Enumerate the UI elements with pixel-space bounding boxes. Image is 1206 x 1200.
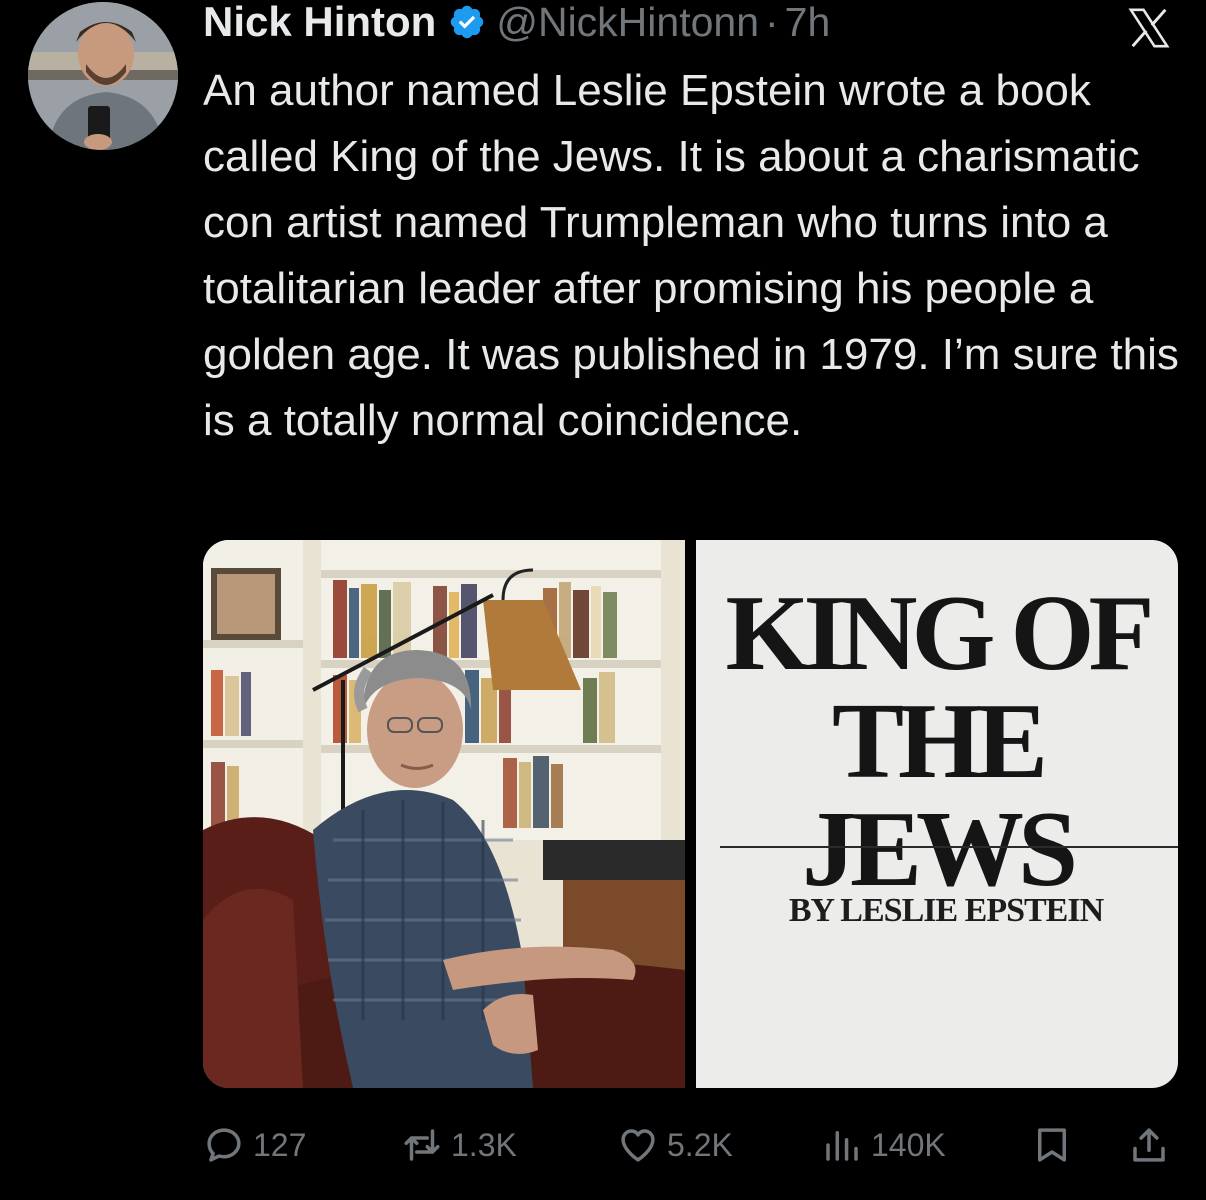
tweet-header: Nick Hinton @NickHintonn · 7h xyxy=(203,0,830,50)
x-logo-icon xyxy=(1128,8,1170,48)
author-name[interactable]: Nick Hinton xyxy=(203,0,436,46)
views-icon xyxy=(826,1131,858,1161)
verified-badge-icon xyxy=(451,5,484,39)
like-count: 5.2K xyxy=(667,1126,733,1163)
cover-author: BY LESLIE EPSTEIN xyxy=(788,892,1104,929)
repost-button[interactable]: 1.3K xyxy=(401,1117,517,1173)
author-photo-image xyxy=(203,540,685,1088)
like-button[interactable]: 5.2K xyxy=(617,1117,733,1173)
action-bar: 127 1.3K 5.2K 140K xyxy=(203,1117,1178,1173)
avatar[interactable] xyxy=(28,2,178,150)
bookmark-button[interactable] xyxy=(1031,1117,1073,1173)
tweet-media[interactable]: KING OF THE JEWS BY LESLIE EPSTEIN xyxy=(203,540,1178,1088)
cover-title: KING OF THE JEWS xyxy=(696,580,1178,904)
reply-count: 127 xyxy=(253,1126,307,1163)
reply-icon xyxy=(207,1128,241,1162)
views-count: 140K xyxy=(871,1126,946,1163)
like-icon xyxy=(621,1129,655,1162)
cover-title-line2: THE JEWS xyxy=(801,682,1078,909)
book-cover[interactable]: KING OF THE JEWS BY LESLIE EPSTEIN xyxy=(696,540,1178,1088)
share-button[interactable] xyxy=(1128,1117,1170,1173)
cover-title-line1: KING OF xyxy=(725,574,1154,693)
timestamp[interactable]: 7h xyxy=(785,0,831,46)
tweet-text: An author named Leslie Epstein wrote a b… xyxy=(203,66,1192,445)
bookmark-icon xyxy=(1038,1128,1066,1162)
repost-icon xyxy=(404,1129,440,1161)
avatar-photo xyxy=(28,2,178,150)
media-divider xyxy=(685,540,696,1088)
separator: · xyxy=(765,0,779,45)
share-icon xyxy=(1133,1128,1165,1162)
repost-count: 1.3K xyxy=(451,1126,517,1163)
reply-button[interactable]: 127 xyxy=(203,1117,306,1173)
author-photo[interactable] xyxy=(203,540,685,1088)
author-handle[interactable]: @NickHintonn xyxy=(496,0,759,46)
cover-rule xyxy=(720,846,1178,848)
views-button[interactable]: 140K xyxy=(821,1117,946,1173)
